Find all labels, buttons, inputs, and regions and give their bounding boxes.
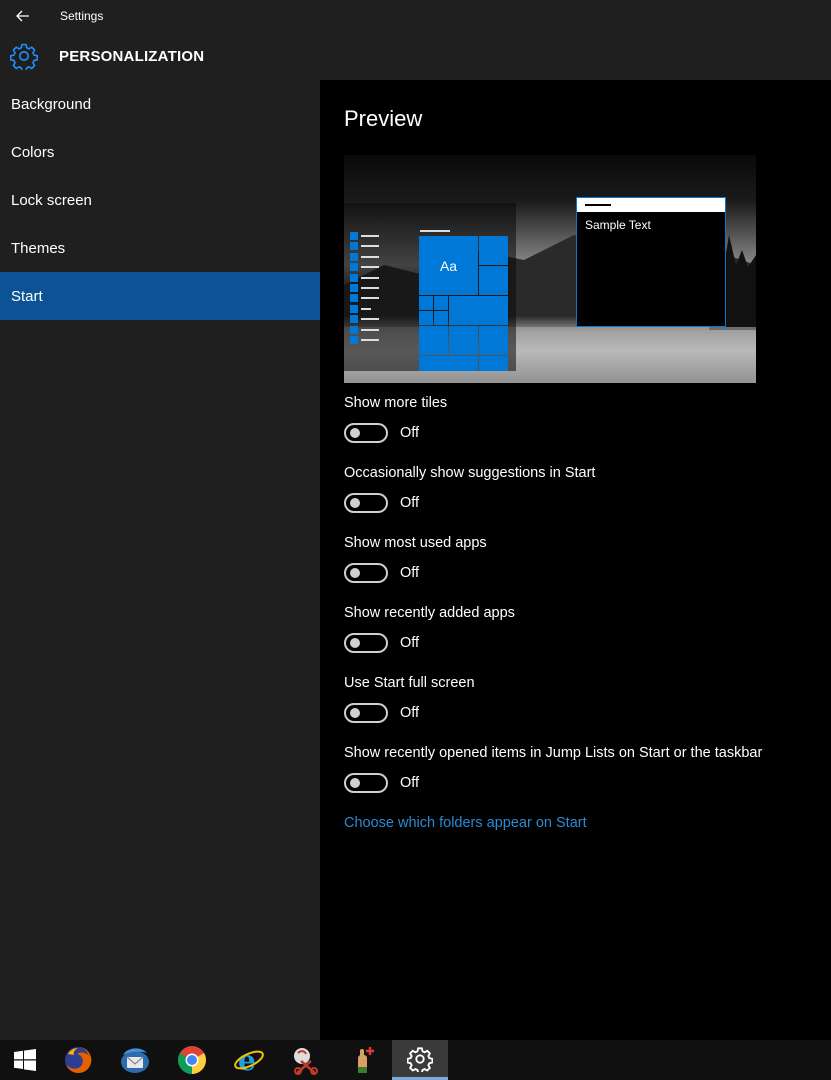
toggle-switch[interactable] — [344, 703, 388, 723]
svg-text:e: e — [238, 1045, 256, 1075]
back-arrow-icon — [16, 10, 29, 22]
choose-folders-link[interactable]: Choose which folders appear on Start — [344, 815, 587, 831]
sample-text: Sample Text — [585, 218, 651, 232]
list-item — [350, 335, 390, 345]
tile — [419, 326, 448, 355]
list-item — [350, 231, 390, 241]
tile — [449, 326, 478, 355]
tile — [479, 236, 508, 265]
toggle-switch[interactable] — [344, 773, 388, 793]
snipping-tool-icon — [294, 1048, 318, 1075]
back-button[interactable] — [10, 6, 36, 26]
main-content: Preview Aa Sample Text Show more tiles O… — [320, 80, 831, 1040]
tile — [479, 266, 508, 295]
sidebar-item-background[interactable]: Background — [0, 80, 320, 128]
sidebar-item-label: Colors — [11, 143, 55, 161]
toggle-state: Off — [400, 495, 420, 511]
toggle-switch[interactable] — [344, 493, 388, 513]
sample-window-preview: Sample Text — [576, 197, 726, 327]
page-title: PERSONALIZATION — [59, 48, 205, 65]
sidebar-item-start[interactable]: Start — [0, 272, 320, 320]
tile — [479, 326, 508, 355]
preview-heading: Preview — [344, 106, 423, 131]
taskbar-thunderbird[interactable] — [110, 1040, 160, 1080]
taskbar-snipping-tool[interactable] — [281, 1040, 331, 1080]
sidebar-item-label: Background — [11, 95, 92, 113]
internet-explorer-icon: e — [234, 1045, 264, 1075]
sidebar-item-colors[interactable]: Colors — [0, 128, 320, 176]
taskbar-chrome[interactable] — [167, 1040, 217, 1080]
setting-jump-lists: Show recently opened items in Jump Lists… — [344, 745, 814, 793]
firefox-icon — [65, 1046, 92, 1073]
list-item — [350, 252, 390, 262]
setting-label: Show most used apps — [344, 535, 487, 551]
sidebar-item-themes[interactable]: Themes — [0, 224, 320, 272]
setting-show-suggestions: Occasionally show suggestions in Start O… — [344, 465, 814, 513]
start-button[interactable] — [0, 1040, 50, 1080]
taskbar: e — [0, 1040, 831, 1080]
list-item — [350, 314, 390, 324]
list-item — [350, 304, 390, 314]
sidebar-item-label: Lock screen — [11, 191, 92, 209]
list-item — [350, 262, 390, 272]
tile-group-header — [420, 230, 450, 232]
tile — [419, 296, 433, 310]
tile — [419, 311, 433, 325]
setting-label: Use Start full screen — [344, 675, 475, 691]
tile-grid: Aa — [419, 236, 509, 371]
gear-icon — [10, 43, 38, 70]
toggle-state: Off — [400, 565, 420, 581]
setting-label: Occasionally show suggestions in Start — [344, 465, 596, 481]
sidebar: Background Colors Lock screen Themes Sta… — [0, 80, 320, 1040]
taskbar-firefox[interactable] — [53, 1040, 103, 1080]
toggle-state: Off — [400, 775, 420, 791]
toggle-state: Off — [400, 425, 420, 441]
windows-start-icon — [14, 1049, 36, 1071]
tile — [449, 296, 508, 325]
setting-label: Show recently opened items in Jump Lists… — [344, 745, 763, 761]
toggle-switch[interactable] — [344, 563, 388, 583]
sidebar-item-label: Themes — [11, 239, 66, 257]
tile — [479, 356, 508, 371]
setting-show-more-tiles: Show more tiles Off — [344, 395, 814, 443]
toggle-state: Off — [400, 705, 420, 721]
setting-start-full-screen: Use Start full screen Off — [344, 675, 814, 723]
chrome-icon — [178, 1046, 206, 1074]
taskbar-app[interactable] — [338, 1040, 388, 1080]
thunderbird-icon — [121, 1048, 149, 1073]
taskbar-internet-explorer[interactable]: e — [224, 1040, 274, 1080]
window-title: Settings — [60, 9, 104, 23]
toggle-state: Off — [400, 635, 420, 651]
tile — [419, 356, 478, 371]
settings-gear-icon — [407, 1046, 433, 1072]
tile-large: Aa — [419, 236, 478, 295]
sidebar-item-label: Start — [11, 287, 43, 305]
setting-recently-added-apps: Show recently added apps Off — [344, 605, 814, 653]
tile — [434, 311, 448, 325]
title-bar: Settings — [0, 0, 831, 32]
page-header: PERSONALIZATION — [0, 32, 831, 80]
app-list — [350, 231, 390, 345]
app-icon — [358, 1047, 374, 1073]
setting-label: Show recently added apps — [344, 605, 515, 621]
taskbar-settings[interactable] — [392, 1040, 448, 1080]
start-menu-preview: Aa — [344, 203, 516, 371]
toggle-switch[interactable] — [344, 633, 388, 653]
setting-most-used-apps: Show most used apps Off — [344, 535, 814, 583]
toggle-switch[interactable] — [344, 423, 388, 443]
list-item — [350, 325, 390, 335]
start-preview: Aa Sample Text — [344, 155, 756, 383]
setting-label: Show more tiles — [344, 395, 448, 411]
list-item — [350, 283, 390, 293]
window-title-bar — [577, 198, 725, 212]
list-item — [350, 241, 390, 251]
sidebar-item-lock-screen[interactable]: Lock screen — [0, 176, 320, 224]
tile-label: Aa — [439, 257, 458, 274]
list-item — [350, 273, 390, 283]
tile — [434, 296, 448, 310]
list-item — [350, 293, 390, 303]
